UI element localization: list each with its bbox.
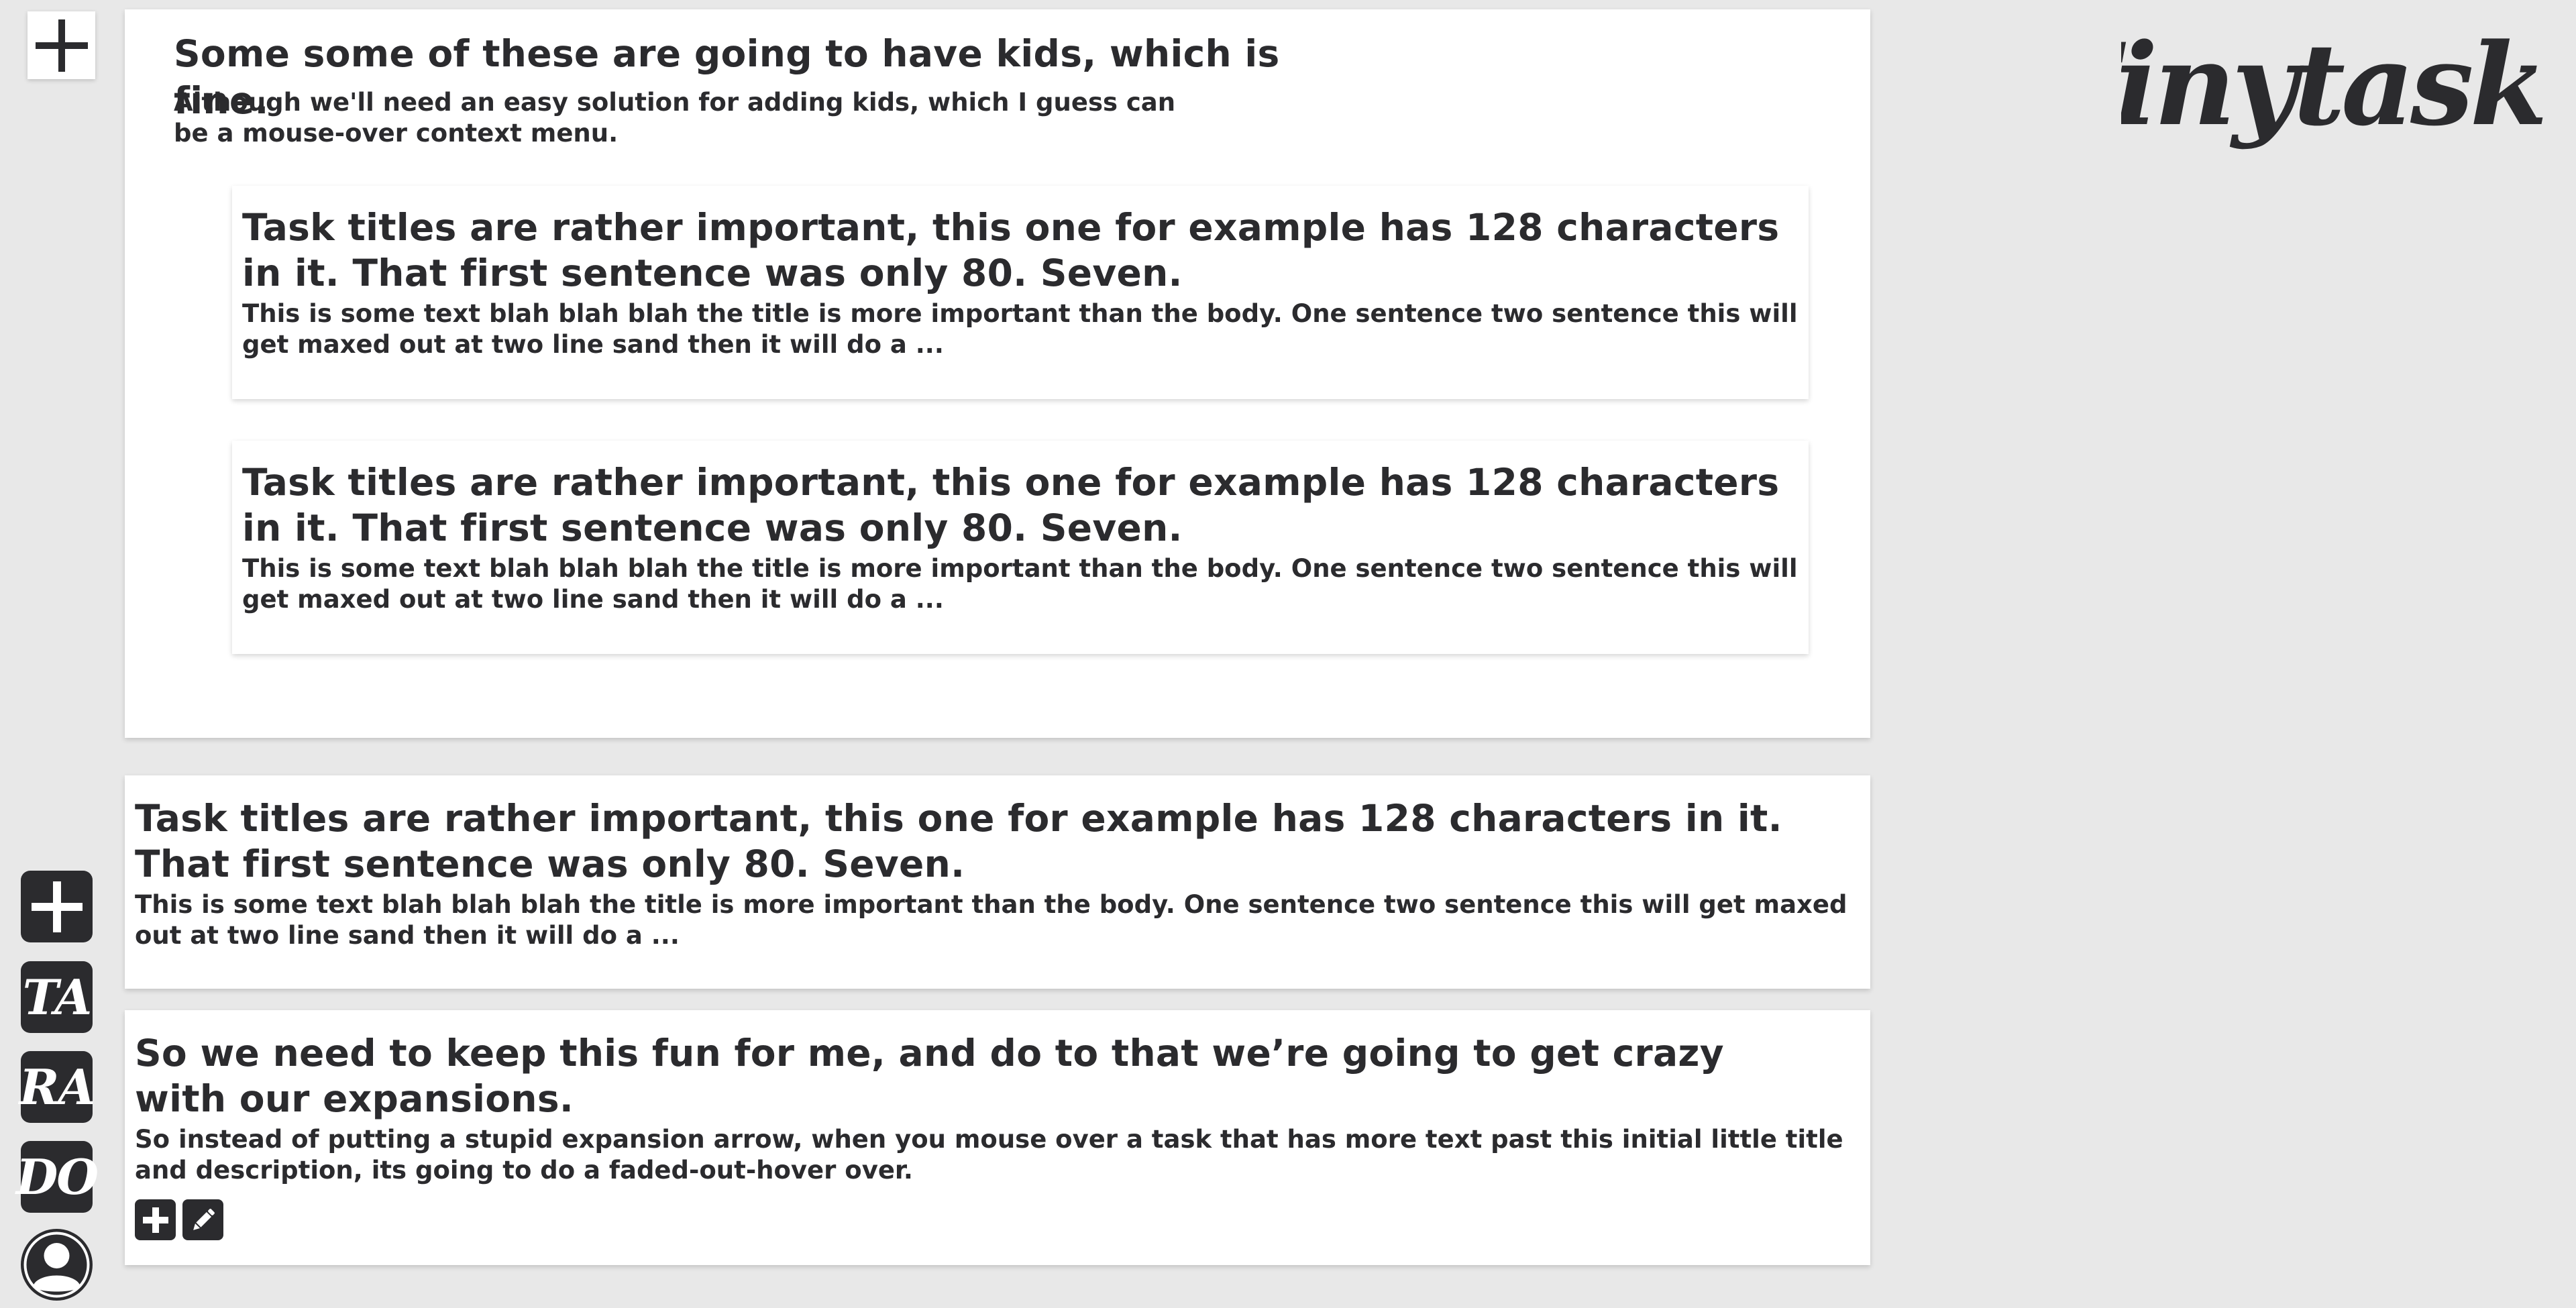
task-title: So we need to keep this fun for me, and … <box>135 1032 1724 1120</box>
pencil-icon <box>193 1208 215 1230</box>
task-card[interactable]: Task titles are rather important, this o… <box>125 775 1870 989</box>
plus-icon <box>31 881 83 932</box>
task-card-child[interactable]: Task titles are rather important, this o… <box>232 441 1809 654</box>
toolbar-button-ra[interactable]: RA <box>19 1051 96 1123</box>
toolbar-button-label: DO <box>15 1148 99 1205</box>
task-title: Task titles are rather important, this o… <box>242 206 1780 294</box>
task-body: So instead of putting a stupid expansion… <box>135 1125 1843 1185</box>
svg-text:Tinytask: Tinytask <box>2121 18 2544 151</box>
task-body: This is some text blah blah blah the tit… <box>242 299 1798 359</box>
task-card-hovered[interactable]: So we need to keep this fun for me, and … <box>125 1010 1870 1265</box>
task-body: This is some text blah blah blah the tit… <box>242 554 1798 614</box>
add-task-button[interactable] <box>28 11 95 79</box>
plus-icon <box>35 19 88 72</box>
plus-icon <box>142 1207 168 1233</box>
task-title: Task titles are rather important, this o… <box>242 461 1780 549</box>
toolbar-button-do[interactable]: DO <box>16 1141 99 1213</box>
user-avatar-icon <box>23 1232 90 1298</box>
task-actions <box>135 1199 1859 1240</box>
new-task-button[interactable] <box>21 871 93 942</box>
task-body: Although we'll need an easy solution for… <box>174 88 1176 148</box>
toolbar-button-label: TA <box>22 968 93 1026</box>
task-card-child[interactable]: Task titles are rather important, this o… <box>232 186 1809 399</box>
toolbar-button-label: RA <box>19 1058 96 1115</box>
logo-tinytask: Tinytask <box>2121 18 2548 151</box>
add-subtask-button[interactable] <box>135 1199 176 1240</box>
toolbar-button-ta[interactable]: TA <box>21 961 93 1033</box>
edit-task-button[interactable] <box>182 1199 223 1240</box>
task-title: Task titles are rather important, this o… <box>135 797 1782 885</box>
user-avatar-button[interactable] <box>21 1229 93 1301</box>
task-body: This is some text blah blah blah the tit… <box>135 890 1847 950</box>
